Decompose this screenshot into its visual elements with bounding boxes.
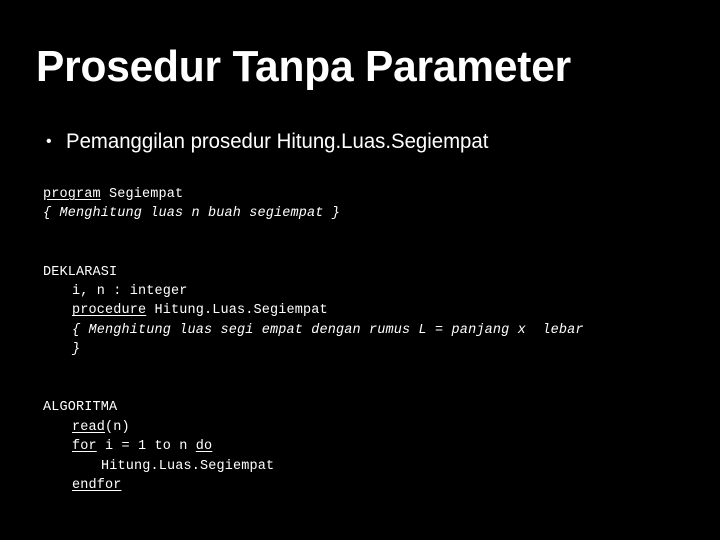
- bullet-list: • Pemanggilan prosedur Hitung.Luas.Segie…: [40, 128, 700, 155]
- page-title: Prosedur Tanpa Parameter: [36, 42, 571, 91]
- code-keyword: do: [195, 439, 213, 455]
- code-keyword: procedure: [72, 303, 147, 319]
- code-line: ALGORITMA: [43, 398, 713, 417]
- code-line: program Segiempat: [43, 185, 713, 204]
- code-line: procedure Hitung.Luas.Segiempat: [43, 301, 713, 320]
- code-line: i, n : integer: [43, 282, 713, 301]
- code-comment: }: [72, 342, 81, 358]
- code-text: (n): [105, 419, 130, 435]
- code-comment: { Menghitung luas n buah segiempat }: [43, 206, 341, 222]
- code-line: endfor: [43, 476, 713, 495]
- code-text: Segiempat: [100, 187, 184, 202]
- code-keyword: endfor: [72, 478, 122, 494]
- slide-canvas: Prosedur Tanpa Parameter • Pemanggilan p…: [0, 0, 720, 540]
- code-line: { Menghitung luas n buah segiempat }: [43, 204, 713, 223]
- code-line: for i = 1 to n do: [43, 437, 713, 456]
- code-line: { Menghitung luas segi empat dengan rumu…: [43, 321, 713, 340]
- code-comment: { Menghitung luas segi empat dengan rumu…: [72, 322, 584, 338]
- code-text: ALGORITMA: [43, 400, 118, 416]
- code-keyword: program: [43, 187, 101, 202]
- code-keyword: read: [72, 419, 106, 435]
- code-text: i, n : integer: [72, 284, 188, 299]
- code-line: Hitung.Luas.Segiempat: [43, 457, 713, 476]
- code-line: read(n): [43, 418, 713, 437]
- code-text: Hitung.Luas.Segiempat: [146, 303, 328, 319]
- code-line: DEKLARASI: [43, 263, 713, 282]
- list-item: • Pemanggilan prosedur Hitung.Luas.Segie…: [40, 128, 700, 155]
- bullet-item-label: Pemanggilan prosedur Hitung.Luas.Segiemp…: [66, 130, 489, 153]
- code-text: Hitung.Luas.Segiempat: [101, 458, 275, 474]
- code-keyword: for: [72, 439, 97, 455]
- pseudocode-block: program Segiempat { Menghitung luas n bua…: [43, 185, 713, 495]
- code-text: DEKLARASI: [43, 264, 118, 280]
- code-line: }: [43, 340, 713, 359]
- bullet-point-icon: •: [46, 133, 52, 150]
- code-text: i = 1 to n: [96, 439, 196, 455]
